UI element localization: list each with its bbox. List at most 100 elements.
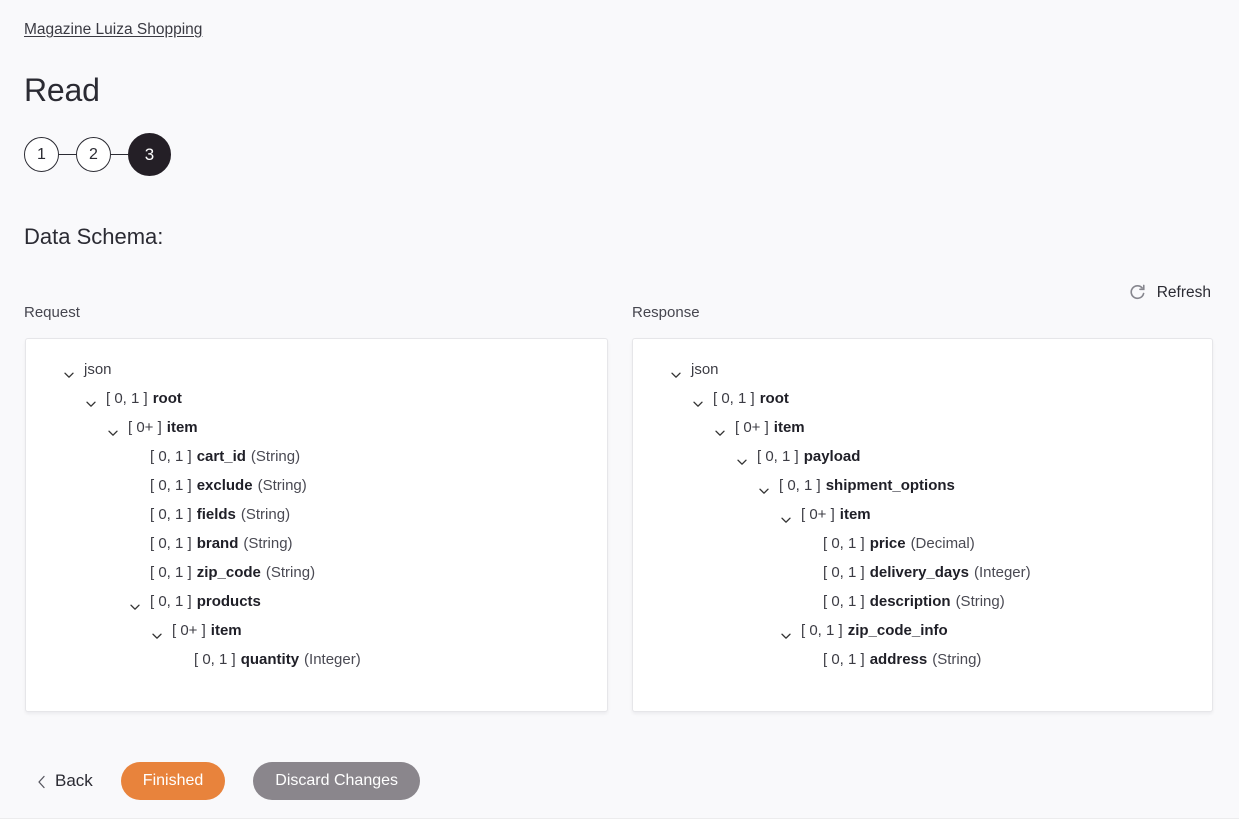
step-3[interactable]: 3	[128, 133, 171, 176]
field-type: (String)	[243, 535, 293, 552]
schema-node-togglable[interactable]: [ 0, 1 ] payload	[633, 442, 1212, 471]
chevron-down-icon[interactable]	[669, 363, 683, 378]
chevron-down-icon[interactable]	[62, 363, 76, 378]
chevron-down-icon[interactable]	[713, 421, 727, 436]
field-name: root	[152, 390, 182, 407]
step-2[interactable]: 2	[76, 137, 111, 172]
chevron-down-icon[interactable]	[779, 508, 793, 523]
chevron-down-icon[interactable]	[84, 392, 98, 407]
read-data-schema-page: Magazine Luiza Shopping Read 123 Data Sc…	[0, 0, 1239, 819]
breadcrumb[interactable]: Magazine Luiza Shopping	[24, 21, 202, 39]
refresh-button[interactable]: Refresh	[1126, 279, 1213, 306]
cardinality-label: [ 0+ ]	[735, 419, 769, 436]
schema-node-togglable[interactable]: [ 0, 1 ] root	[26, 384, 607, 413]
chevron-down-icon[interactable]	[128, 595, 142, 610]
footer-actions: Back Finished Discard Changes	[0, 743, 1239, 818]
field-name: zip_code_info	[847, 622, 948, 639]
cardinality-label: [ 0, 1 ]	[150, 448, 192, 465]
field-type: (Integer)	[973, 564, 1031, 581]
schema-node-togglable[interactable]: [ 0+ ] item	[633, 500, 1212, 529]
field-type: (String)	[265, 564, 316, 581]
chevron-down-icon[interactable]	[150, 624, 164, 639]
field-name: quantity	[240, 651, 300, 668]
cardinality-label: [ 0, 1 ]	[779, 477, 821, 494]
schema-node: [ 0, 1 ] fields (String)	[26, 500, 607, 529]
field-type: (Decimal)	[910, 535, 975, 552]
field-name: products	[196, 593, 261, 610]
back-button[interactable]: Back	[37, 771, 93, 791]
cardinality-label: [ 0+ ]	[172, 622, 206, 639]
request-schema-tree: json[ 0, 1 ] root[ 0+ ] item[ 0, 1 ] cart_i…	[26, 355, 607, 674]
cardinality-label: [ 0, 1 ]	[823, 593, 865, 610]
schema-node: [ 0, 1 ] delivery_days (Integer)	[633, 558, 1212, 587]
cardinality-label: [ 0, 1 ]	[106, 390, 148, 407]
field-name: description	[869, 593, 951, 610]
field-type: (String)	[240, 506, 291, 523]
field-type: (Integer)	[304, 651, 361, 668]
field-name: delivery_days	[869, 564, 969, 581]
chevron-down-icon[interactable]	[757, 479, 771, 494]
schema-node-togglable[interactable]: json	[26, 355, 607, 384]
field-name: payload	[803, 448, 861, 465]
schema-node: [ 0, 1 ] quantity (Integer)	[26, 645, 607, 674]
step-connector	[59, 154, 76, 155]
field-name: item	[210, 622, 242, 639]
cardinality-label: [ 0, 1 ]	[150, 593, 192, 610]
field-name: item	[166, 419, 198, 436]
schema-node-togglable[interactable]: json	[633, 355, 1212, 384]
cardinality-label: [ 0, 1 ]	[150, 506, 192, 523]
field-type: (String)	[257, 477, 307, 494]
response-schema-tree: json[ 0, 1 ] root[ 0+ ] item[ 0, 1 ] payloa…	[633, 355, 1212, 674]
cardinality-label: [ 0, 1 ]	[757, 448, 799, 465]
request-schema-panel: json[ 0, 1 ] root[ 0+ ] item[ 0, 1 ] cart_i…	[25, 338, 608, 712]
field-name: brand	[196, 535, 239, 552]
schema-node-togglable[interactable]: [ 0+ ] item	[26, 413, 607, 442]
schema-node-togglable[interactable]: [ 0, 1 ] zip_code_info	[633, 616, 1212, 645]
schema-node: [ 0, 1 ] address (String)	[633, 645, 1212, 674]
step-indicator: 123	[24, 133, 171, 176]
schema-node-togglable[interactable]: [ 0, 1 ] products	[26, 587, 607, 616]
field-type: (String)	[955, 593, 1005, 610]
field-type: (String)	[250, 448, 301, 465]
field-name: cart_id	[196, 448, 246, 465]
cardinality-label: [ 0, 1 ]	[823, 564, 865, 581]
chevron-down-icon[interactable]	[691, 392, 705, 407]
schema-node-togglable[interactable]: [ 0, 1 ] shipment_options	[633, 471, 1212, 500]
finished-button[interactable]: Finished	[120, 761, 226, 800]
field-name: address	[869, 651, 928, 668]
cardinality-label: [ 0, 1 ]	[823, 651, 865, 668]
cardinality-label: [ 0+ ]	[128, 419, 162, 436]
chevron-down-icon[interactable]	[735, 450, 749, 465]
chevron-left-icon	[37, 774, 46, 788]
chevron-down-icon[interactable]	[106, 421, 120, 436]
discard-changes-button[interactable]: Discard Changes	[253, 761, 421, 800]
field-name: root	[759, 390, 789, 407]
field-name: json	[691, 361, 719, 378]
cardinality-label: [ 0, 1 ]	[150, 535, 192, 552]
schema-node-togglable[interactable]: [ 0, 1 ] root	[633, 384, 1212, 413]
field-name: json	[84, 361, 112, 378]
field-name: exclude	[196, 477, 253, 494]
schema-node: [ 0, 1 ] zip_code (String)	[26, 558, 607, 587]
step-connector	[111, 154, 128, 155]
field-name: item	[839, 506, 871, 523]
schema-node-togglable[interactable]: [ 0+ ] item	[633, 413, 1212, 442]
cardinality-label: [ 0, 1 ]	[823, 535, 865, 552]
response-panel-label: Response	[632, 304, 700, 321]
step-1[interactable]: 1	[24, 137, 59, 172]
schema-node-togglable[interactable]: [ 0+ ] item	[26, 616, 607, 645]
chevron-down-icon[interactable]	[779, 624, 793, 639]
schema-node: [ 0, 1 ] brand (String)	[26, 529, 607, 558]
back-label: Back	[55, 770, 93, 790]
field-name: zip_code	[196, 564, 261, 581]
cardinality-label: [ 0, 1 ]	[150, 477, 192, 494]
request-panel-label: Request	[24, 304, 80, 321]
response-schema-panel: json[ 0, 1 ] root[ 0+ ] item[ 0, 1 ] payloa…	[632, 338, 1213, 712]
refresh-icon	[1128, 283, 1147, 302]
field-name: shipment_options	[825, 477, 955, 494]
page-title: Read	[24, 72, 100, 108]
cardinality-label: [ 0, 1 ]	[801, 622, 843, 639]
cardinality-label: [ 0, 1 ]	[194, 651, 236, 668]
field-name: fields	[196, 506, 236, 523]
refresh-label: Refresh	[1156, 283, 1211, 301]
